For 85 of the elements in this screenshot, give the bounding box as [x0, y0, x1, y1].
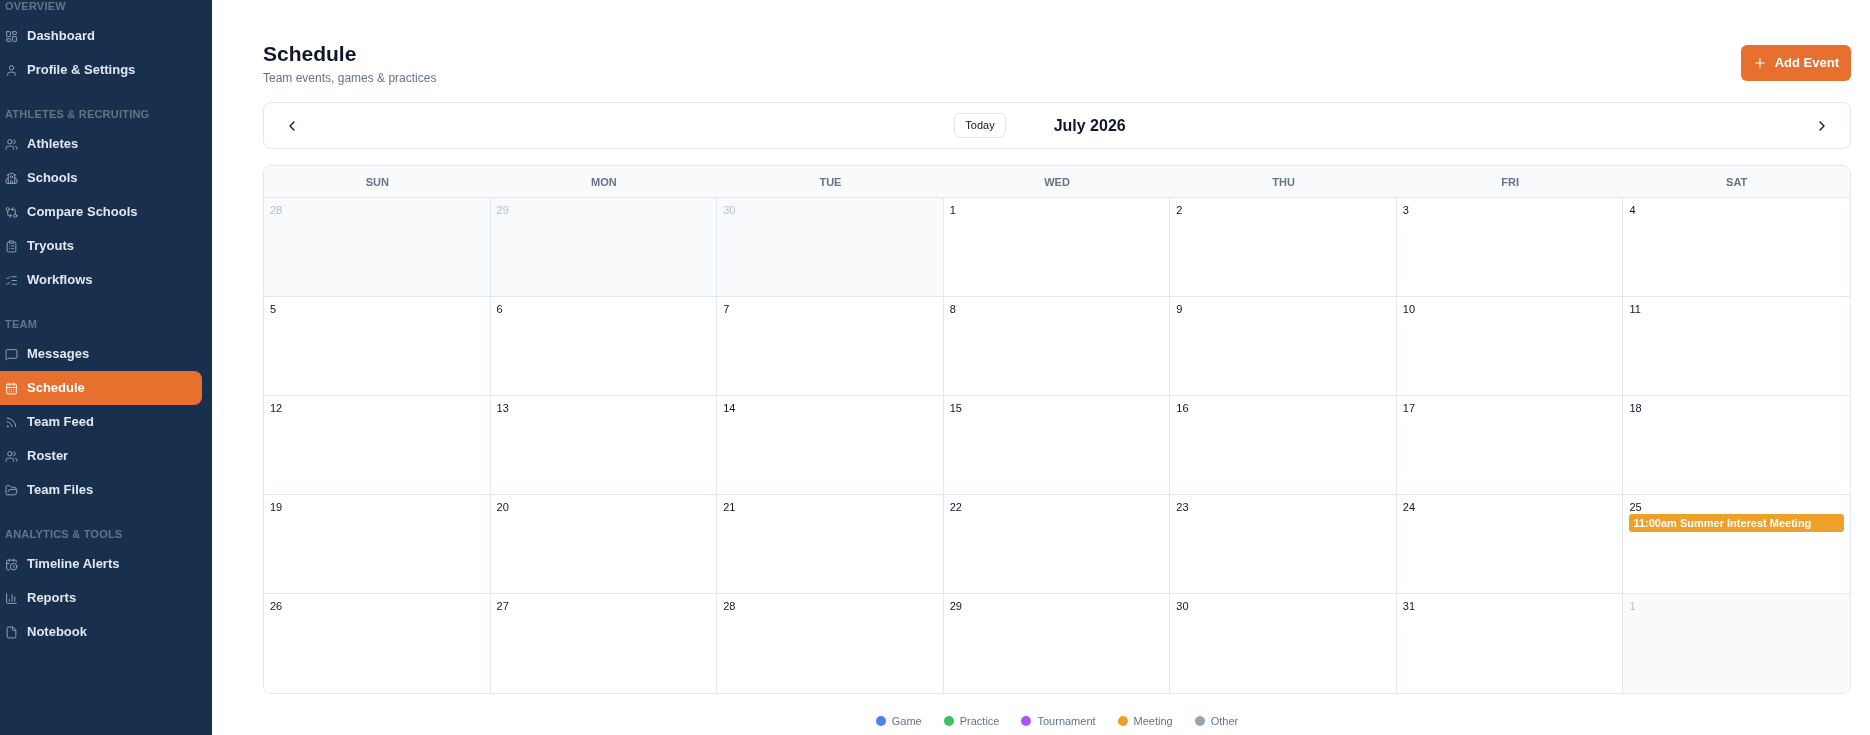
day-number: 11: [1629, 302, 1641, 316]
legend-label: Game: [891, 714, 922, 728]
clipboard-icon: [5, 239, 18, 253]
sidebar-item[interactable]: Reports: [0, 581, 202, 615]
calendar-clock-icon: [5, 557, 18, 571]
legend-label: Tournament: [1037, 714, 1096, 728]
section-heading: TEAM: [5, 317, 38, 331]
weekday-label: THU: [1272, 174, 1295, 189]
day-number: 24: [1402, 500, 1416, 514]
day-number: 4: [1629, 203, 1636, 217]
day-number: 28: [723, 599, 736, 613]
today-button[interactable]: Today: [954, 113, 1006, 138]
person-icon: [5, 63, 18, 77]
day-number: 6: [496, 302, 503, 316]
day-number: 29: [949, 599, 962, 613]
people-icon: [5, 137, 18, 151]
legend-label: Other: [1210, 714, 1239, 728]
month-title: July 2026: [1053, 115, 1126, 136]
day-number: 25: [1629, 500, 1642, 514]
sidebar-item[interactable]: Athletes: [0, 127, 202, 161]
day-number: 18: [1629, 401, 1642, 415]
compare-arrows-icon: [5, 205, 18, 219]
weekday-label: SUN: [365, 174, 389, 189]
day-number: 26: [270, 599, 283, 613]
day-number: 23: [1176, 500, 1189, 514]
day-number: 16: [1176, 401, 1189, 415]
sidebar-item[interactable]: Tryouts: [0, 229, 202, 263]
day-number: 17: [1402, 401, 1416, 415]
file-icon: [5, 625, 18, 639]
sidebar-item[interactable]: Team Feed: [0, 405, 202, 439]
legend-label: Practice: [959, 714, 1000, 728]
sidebar-item[interactable]: Team Files: [0, 473, 202, 507]
building-icon: [5, 171, 18, 185]
day-number: 27: [496, 599, 509, 613]
checklist-icon: [5, 273, 18, 287]
day-number: 13: [496, 401, 509, 415]
weekday-label: FRI: [1501, 174, 1519, 189]
day-number: 28: [270, 203, 283, 217]
day-number: 1: [1629, 599, 1636, 613]
plus-icon: [1752, 56, 1767, 70]
sidebar-item[interactable]: Workflows: [0, 263, 202, 297]
day-number: 22: [949, 500, 962, 514]
day-number: 30: [1176, 599, 1189, 613]
day-number: 8: [949, 302, 956, 316]
day-number: 19: [270, 500, 283, 514]
weekday-label: SAT: [1726, 174, 1748, 189]
day-number: 10: [1402, 302, 1416, 316]
section-heading: ANALYTICS & TOOLS: [5, 527, 123, 541]
day-number: 12: [270, 401, 283, 415]
day-number: 3: [1402, 203, 1409, 217]
sidebar-item[interactable]: Roster: [0, 439, 202, 473]
day-number: 5: [270, 302, 277, 316]
bar-chart-icon: [5, 591, 18, 605]
folder-icon: [5, 483, 18, 497]
weekday-label: WED: [1044, 174, 1070, 189]
day-number: 15: [949, 401, 962, 415]
speech-bubble-icon: [5, 347, 18, 361]
day-number: 7: [723, 302, 730, 316]
day-number: 21: [723, 500, 736, 514]
section-heading: OVERVIEW: [5, 0, 66, 13]
sidebar-item[interactable]: Profile & Settings: [0, 53, 202, 87]
section-heading: ATHLETES & RECRUITING: [5, 107, 150, 121]
day-number: 9: [1176, 302, 1183, 316]
day-number: 30: [723, 203, 736, 217]
sidebar-item[interactable]: Timeline Alerts: [0, 547, 202, 581]
people-icon: [5, 449, 18, 463]
sidebar-item[interactable]: Notebook: [0, 615, 202, 649]
sidebar-item[interactable]: Messages: [0, 337, 202, 371]
weekday-label: MON: [591, 174, 617, 189]
rss-icon: [5, 415, 18, 429]
page-subtitle: Team events, games & practices: [263, 70, 437, 86]
legend-label: Meeting: [1133, 714, 1173, 728]
grid-icon: [5, 29, 18, 43]
day-number: 2: [1176, 203, 1183, 217]
day-number: 29: [496, 203, 509, 217]
calendar-icon: [5, 381, 18, 395]
weekday-label: TUE: [819, 174, 842, 189]
day-number: 20: [496, 500, 509, 514]
day-number: 1: [949, 203, 956, 217]
sidebar-item[interactable]: Dashboard: [0, 19, 202, 53]
sidebar-item[interactable]: Schools: [0, 161, 202, 195]
day-number: 31: [1402, 599, 1416, 613]
page-title: Schedule: [263, 41, 358, 67]
day-number: 14: [723, 401, 736, 415]
sidebar-item[interactable]: Compare Schools: [0, 195, 202, 229]
